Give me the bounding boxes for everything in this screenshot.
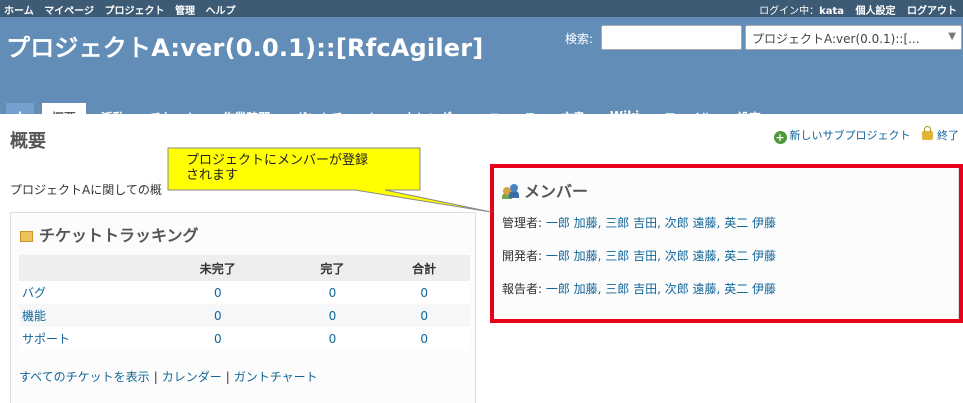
gantt-link[interactable]: ガントチャート [234, 370, 318, 384]
tracker-support-link[interactable]: サポート [19, 327, 149, 350]
search-label: 検索: [565, 32, 594, 46]
top-menu-right: ログイン中：kata 個人設定 ログアウト [751, 2, 957, 17]
close-project-label: 終了 [937, 129, 959, 142]
page-title: 概要 [10, 131, 46, 152]
current-user-link[interactable]: kata [819, 6, 844, 17]
ticket-icon [20, 231, 33, 242]
count-open[interactable]: 0 [149, 281, 287, 304]
search-input[interactable] [601, 25, 742, 50]
count-open[interactable]: 0 [149, 304, 287, 327]
contextual-actions: + 新しいサブプロジェクト 終了 [766, 126, 959, 144]
view-all-issues-link[interactable]: すべてのチケットを表示 [19, 370, 150, 384]
close-project-link[interactable]: 終了 [922, 126, 959, 142]
tracker-feature-link[interactable]: 機能 [19, 304, 149, 327]
table-row: 機能 0 0 0 [19, 304, 470, 327]
project-jump-select[interactable]: プロジェクトA:ver(0.0.1)::[... ▼ [745, 25, 962, 50]
top-menu: ホーム マイページ プロジェクト 管理 ヘルプ ログイン中：kata 個人設定 … [0, 0, 963, 17]
count-closed[interactable]: 0 [286, 304, 379, 327]
column-header-closed: 完了 [286, 255, 379, 281]
count-total[interactable]: 0 [378, 304, 470, 327]
count-total[interactable]: 0 [378, 327, 470, 350]
top-link-home[interactable]: ホーム [4, 6, 34, 17]
calendar-link[interactable]: カレンダー [162, 370, 222, 384]
top-link-help[interactable]: ヘルプ [205, 6, 235, 17]
new-subproject-label: 新しいサブプロジェクト [789, 129, 911, 142]
table-header-row: 未完了 完了 合計 [19, 255, 470, 281]
issue-tracking-title: チケットトラッキング [20, 222, 199, 246]
add-icon: + [773, 131, 787, 144]
top-menu-left: ホーム マイページ プロジェクト 管理 ヘルプ [4, 2, 242, 17]
count-open[interactable]: 0 [149, 327, 287, 350]
table-row: バグ 0 0 0 [19, 281, 470, 304]
top-link-admin[interactable]: 管理 [175, 6, 195, 17]
top-link-my-page[interactable]: マイページ [44, 6, 94, 17]
issue-links: すべてのチケットを表示 | カレンダー | ガントチャート [19, 368, 318, 385]
header: プロジェクトA:ver(0.0.1)::[RfcAgiler] 検索: プロジェ… [0, 17, 963, 131]
table-row: サポート 0 0 0 [19, 327, 470, 350]
tracker-bug-link[interactable]: バグ [19, 281, 149, 304]
issue-tracking-label: チケットトラッキング [39, 226, 199, 245]
login-label: ログイン中：kata [759, 6, 844, 17]
logout-link[interactable]: ログアウト [907, 6, 957, 17]
login-prefix: ログイン中： [759, 6, 820, 17]
project-title: プロジェクトA:ver(0.0.1)::[RfcAgiler] [6, 34, 484, 62]
link-separator: | [153, 370, 158, 384]
my-account-link[interactable]: 個人設定 [856, 6, 896, 17]
project-jump-value: プロジェクトA:ver(0.0.1)::[... [752, 32, 920, 46]
annotation-text: プロジェクトにメンバーが登録 されます [186, 153, 416, 183]
issue-tracking-table: 未完了 完了 合計 バグ 0 0 0 機能 0 0 0 サポート 0 0 0 [19, 255, 470, 350]
annotation-line-2: されます [186, 168, 239, 183]
column-header-total: 合計 [378, 255, 470, 281]
issue-tracking-box: チケットトラッキング 未完了 完了 合計 バグ 0 0 0 機能 0 0 0 サ… [10, 212, 476, 403]
count-closed[interactable]: 0 [286, 327, 379, 350]
annotation-line-1: プロジェクトにメンバーが登録 [186, 153, 369, 168]
count-closed[interactable]: 0 [286, 281, 379, 304]
link-separator: | [225, 370, 230, 384]
column-header-open: 未完了 [149, 255, 287, 281]
count-total[interactable]: 0 [378, 281, 470, 304]
column-header [19, 255, 149, 281]
chevron-down-icon: ▼ [948, 31, 956, 42]
annotation-highlight-box [490, 164, 963, 323]
lock-icon [922, 126, 933, 140]
top-link-projects[interactable]: プロジェクト [104, 6, 164, 17]
new-subproject-link[interactable]: + 新しいサブプロジェクト [773, 129, 911, 144]
project-description: プロジェクトAに関しての概 [10, 183, 162, 197]
